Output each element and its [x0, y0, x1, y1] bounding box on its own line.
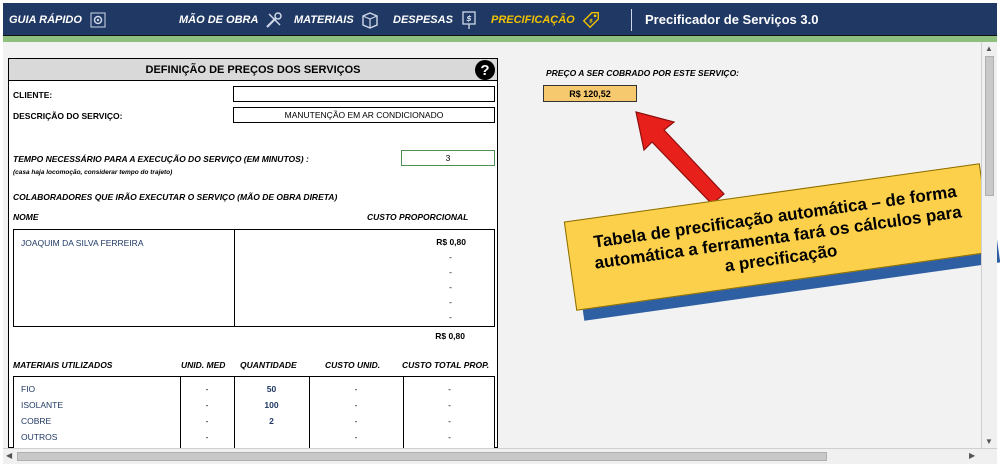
scroll-left-icon[interactable]: ◀ — [6, 451, 12, 460]
colaboradores-title: COLABORADORES QUE IRÃO EXECUTAR O SERVIÇ… — [13, 192, 338, 202]
material-custo-total: - — [448, 400, 451, 410]
material-qtd[interactable]: 100 — [234, 400, 309, 410]
nav-despesas[interactable]: DESPESAS $ — [393, 3, 479, 36]
price-tag-icon: $ — [581, 10, 601, 30]
app-title: Precificador de Serviços 3.0 — [645, 12, 819, 27]
material-unid: - — [205, 432, 209, 442]
tempo-note: (casa haja locomoção, considerar tempo d… — [13, 169, 173, 176]
panel-header: DEFINIÇÃO DE PREÇOS DOS SERVIÇOS — [9, 59, 497, 81]
material-custo-unid: - — [354, 432, 358, 442]
nav-guia-rapido[interactable]: GUIA RÁPIDO — [9, 3, 108, 36]
nome-header: NOME — [13, 212, 39, 222]
material-custo-unid: - — [354, 384, 358, 394]
nav-label: DESPESAS — [393, 13, 453, 26]
colaborador-custo: - — [449, 252, 452, 262]
cliente-input[interactable] — [233, 86, 495, 102]
pricing-form-panel: DEFINIÇÃO DE PREÇOS DOS SERVIÇOS ? CLIEN… — [8, 58, 498, 449]
nav-precificacao[interactable]: PRECIFICAÇÃO $ — [491, 3, 601, 36]
material-custo-total: - — [448, 416, 451, 426]
custo-unid-header: CUSTO UNID. — [325, 360, 381, 370]
scroll-down-icon[interactable]: ▼ — [985, 437, 993, 446]
colaborador-custo: - — [449, 312, 452, 322]
material-custo-total: - — [448, 432, 451, 442]
title-separator — [631, 9, 632, 31]
price-label: PREÇO A SER COBRADO POR ESTE SERVIÇO: — [546, 68, 740, 78]
callout-annotation: Tabela de precificação automática – de f… — [563, 163, 1000, 330]
horizontal-scroll-thumb[interactable] — [17, 452, 827, 461]
colaboradores-total: R$ 0,80 — [435, 331, 465, 341]
money-icon: $ — [459, 10, 479, 30]
svg-text:$: $ — [589, 18, 593, 24]
material-unid: - — [205, 416, 209, 426]
material-nome[interactable]: ISOLANTE — [21, 400, 63, 410]
descricao-label: DESCRIÇÃO DO SERVIÇO: — [13, 111, 123, 121]
help-icon[interactable]: ? — [475, 60, 495, 80]
material-custo-unid: - — [354, 400, 358, 410]
materiais-table: FIO - 50 - - ISOLANTE - 100 - - COBRE - … — [13, 376, 495, 449]
custo-total-header: CUSTO TOTAL PROP. — [402, 360, 490, 370]
top-nav-bar: GUIA RÁPIDO MÃO DE OBRA MATERIAIS DESPES… — [3, 3, 997, 36]
nav-mao-de-obra[interactable]: MÃO DE OBRA — [179, 3, 284, 36]
colaborador-nome[interactable]: JOAQUIM DA SILVA FERREIRA — [21, 238, 144, 248]
column-divider — [234, 230, 235, 326]
svg-text:$: $ — [466, 14, 472, 23]
descricao-input[interactable]: MANUTENÇÃO EM AR CONDICIONADO — [233, 107, 495, 123]
horizontal-scrollbar[interactable]: ◀ ▶ — [3, 448, 997, 464]
tempo-input[interactable]: 3 — [401, 150, 495, 166]
gear-icon — [88, 10, 108, 30]
nav-label: MÃO DE OBRA — [179, 13, 259, 26]
tempo-label: TEMPO NECESSÁRIO PARA A EXECUÇÃO DO SERV… — [13, 154, 309, 164]
colaborador-custo: R$ 0,80 — [436, 237, 466, 247]
material-custo-unid: - — [354, 416, 358, 426]
box-icon — [360, 10, 380, 30]
nav-label: MATERIAIS — [294, 13, 354, 26]
nav-label: GUIA RÁPIDO — [9, 13, 82, 26]
colaborador-custo: - — [449, 297, 452, 307]
scroll-right-icon[interactable]: ▶ — [969, 451, 975, 460]
vertical-scrollbar[interactable]: ▲ ▼ — [981, 42, 997, 448]
tools-icon — [264, 10, 284, 30]
material-qtd[interactable]: 2 — [234, 416, 309, 426]
nav-label: PRECIFICAÇÃO — [491, 13, 575, 26]
material-custo-total: - — [448, 384, 451, 394]
nav-materiais[interactable]: MATERIAIS — [294, 3, 380, 36]
custo-proporcional-header: CUSTO PROPORCIONAL — [367, 212, 469, 222]
quantidade-header: QUANTIDADE — [240, 360, 297, 370]
materiais-header: MATERIAIS UTILIZADOS — [13, 360, 113, 370]
colaborador-custo: - — [449, 267, 452, 277]
material-nome[interactable]: FIO — [21, 384, 35, 394]
cliente-label: CLIENTE: — [13, 90, 53, 100]
material-nome[interactable]: COBRE — [21, 416, 51, 426]
unid-med-header: UNID. MED — [181, 360, 226, 370]
vertical-scroll-thumb[interactable] — [985, 56, 994, 196]
colaboradores-table: JOAQUIM DA SILVA FERREIRA R$ 0,80 - - - … — [13, 229, 495, 327]
scroll-up-icon[interactable]: ▲ — [985, 44, 993, 53]
material-unid: - — [205, 384, 209, 394]
material-qtd[interactable]: 50 — [234, 384, 309, 394]
material-unid: - — [205, 400, 209, 410]
colaborador-custo: - — [449, 282, 452, 292]
material-nome[interactable]: OUTROS — [21, 432, 57, 442]
